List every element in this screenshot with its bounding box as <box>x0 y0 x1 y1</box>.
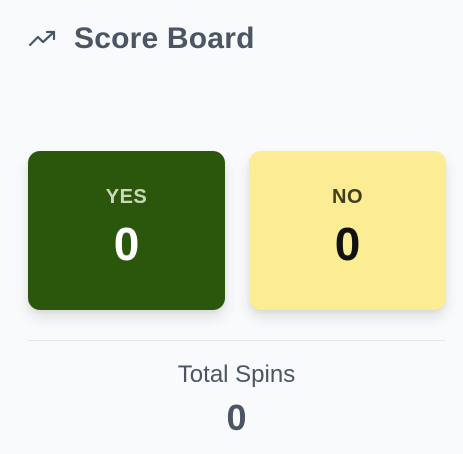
yes-count: 0 <box>113 218 140 270</box>
total-spins: Total Spins 0 <box>28 361 445 439</box>
yes-label: YES <box>105 186 148 208</box>
no-count: 0 <box>334 218 361 270</box>
yes-score-card: YES 0 <box>28 151 225 310</box>
no-label: NO <box>332 186 363 208</box>
total-spins-count: 0 <box>226 397 247 438</box>
no-score-card: NO 0 <box>249 151 446 310</box>
page-title: Score Board <box>74 22 255 55</box>
total-spins-label: Total Spins <box>177 361 296 388</box>
trending-up-icon <box>28 29 58 49</box>
scoreboard-header: Score Board <box>28 22 255 56</box>
divider <box>28 340 445 341</box>
score-cards: YES 0 NO 0 <box>28 151 446 310</box>
